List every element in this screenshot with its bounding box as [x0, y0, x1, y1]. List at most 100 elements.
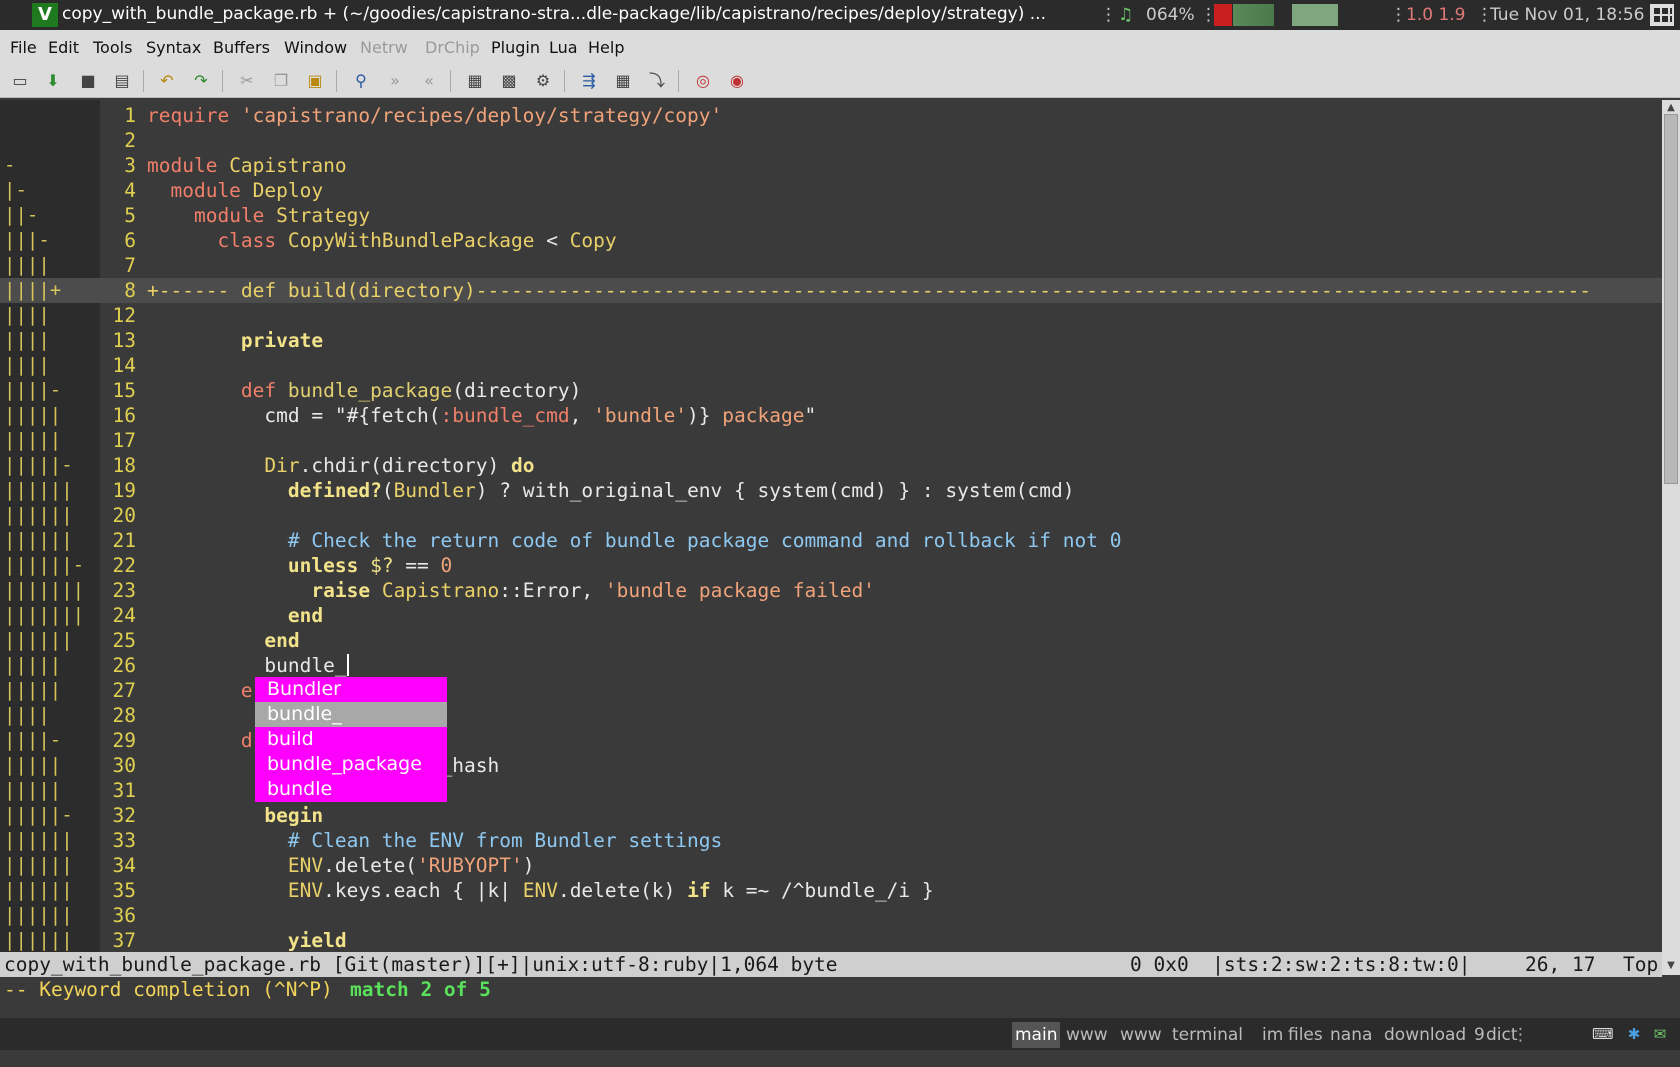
- fold-marker[interactable]: ||||-: [4, 729, 61, 751]
- fold-marker[interactable]: ||-: [4, 204, 38, 226]
- fold-marker[interactable]: ||||||: [4, 879, 73, 901]
- fold-marker[interactable]: |-: [4, 179, 27, 201]
- code-line[interactable]: |||||| 35 ENV.keys.each { |k| ENV.delete(…: [0, 878, 1662, 903]
- fold-marker[interactable]: ||||||: [4, 479, 73, 501]
- find-next-icon[interactable]: »: [384, 70, 406, 92]
- help-icon[interactable]: ◎: [692, 70, 714, 92]
- command-line[interactable]: -- Keyword completion (^N^P) match 2 of …: [0, 977, 1680, 1002]
- fold-marker[interactable]: |||||: [4, 429, 61, 451]
- code-line[interactable]: ||- 5 module Strategy: [0, 203, 1662, 228]
- code-line[interactable]: |||| 28: [0, 703, 1662, 728]
- code-line[interactable]: ||||| 26 bundle_: [0, 653, 1662, 678]
- fold-marker[interactable]: |||||: [4, 754, 61, 776]
- run-script-icon[interactable]: ⚙: [532, 70, 554, 92]
- layout-grid-icon[interactable]: [1650, 4, 1674, 26]
- code-line[interactable]: ||||| 27 e: [0, 678, 1662, 703]
- code-line[interactable]: |||||| 21 # Check the return code of bund…: [0, 528, 1662, 553]
- fold-marker[interactable]: |||||||: [4, 604, 84, 626]
- chat-icon[interactable]: ✉: [1650, 1026, 1670, 1042]
- fold-marker[interactable]: -: [4, 154, 15, 176]
- workspace-main[interactable]: main: [1012, 1022, 1061, 1048]
- code-line[interactable]: |||||| 33 # Clean the ENV from Bundler se…: [0, 828, 1662, 853]
- workspace-files[interactable]: files: [1288, 1025, 1323, 1045]
- shell-icon[interactable]: ▦: [612, 70, 634, 92]
- folded-line[interactable]: ||||+ 8 +------ def build(directory)------…: [0, 278, 1662, 303]
- fold-marker[interactable]: |||||: [4, 404, 61, 426]
- fold-marker[interactable]: ||||||: [4, 504, 73, 526]
- code-line[interactable]: ||||| 16 cmd = "#{fetch(:bundle_cmd, 'bun…: [0, 403, 1662, 428]
- scrollbar-thumb[interactable]: [1664, 114, 1678, 484]
- load-session-folder-icon[interactable]: ▦: [464, 70, 486, 92]
- save-session-icon[interactable]: ▩: [498, 70, 520, 92]
- fold-marker[interactable]: ||||: [4, 304, 50, 326]
- tags-jump-icon[interactable]: ⤵: [646, 70, 668, 92]
- completion-item[interactable]: bundle_: [255, 702, 447, 727]
- editor-area[interactable]: 1 require 'capistrano/recipes/deploy/stra…: [0, 100, 1662, 952]
- scroll-down-icon[interactable]: ▼: [1665, 960, 1677, 972]
- workspace-nana[interactable]: nana: [1330, 1025, 1372, 1045]
- code-line[interactable]: |||||| 37 yield: [0, 928, 1662, 953]
- completion-item[interactable]: bundle: [255, 777, 447, 802]
- menu-edit[interactable]: Edit: [48, 38, 79, 57]
- fold-marker[interactable]: ||||||: [4, 629, 73, 651]
- code-line[interactable]: ||||| 17: [0, 428, 1662, 453]
- open-folder-icon[interactable]: ▭: [9, 70, 31, 92]
- find-help-icon[interactable]: ◉: [726, 70, 748, 92]
- fold-marker[interactable]: ||||||: [4, 854, 73, 876]
- paste-icon[interactable]: ▣: [304, 70, 326, 92]
- menu-tools[interactable]: Tools: [93, 38, 132, 57]
- print-icon[interactable]: ▤: [111, 70, 133, 92]
- code-line[interactable]: |||||| 19 defined?(Bundler) ? with_origin…: [0, 478, 1662, 503]
- code-line[interactable]: |||| 14: [0, 353, 1662, 378]
- code-line[interactable]: |||||- 32 begin: [0, 803, 1662, 828]
- completion-item[interactable]: bundle_package: [255, 752, 447, 777]
- fold-marker[interactable]: ||||: [4, 354, 50, 376]
- code-line[interactable]: ||||||- 22 unless $? == 0: [0, 553, 1662, 578]
- fold-marker[interactable]: ||||+: [4, 279, 61, 301]
- vim-app-icon[interactable]: V: [32, 3, 58, 27]
- fold-marker[interactable]: ||||: [4, 329, 50, 351]
- fold-marker[interactable]: |||||-: [4, 804, 73, 826]
- code-line[interactable]: |||| 12: [0, 303, 1662, 328]
- code-line[interactable]: |||||- 18 Dir.chdir(directory) do: [0, 453, 1662, 478]
- make-icon[interactable]: ⇶: [578, 70, 600, 92]
- menu-lua[interactable]: Lua: [549, 38, 578, 57]
- fold-marker[interactable]: |||||: [4, 654, 61, 676]
- menu-file[interactable]: File: [10, 38, 37, 57]
- fold-marker[interactable]: ||||||-: [4, 554, 84, 576]
- code-line[interactable]: 1 require 'capistrano/recipes/deploy/stra…: [0, 103, 1662, 128]
- workspace-download[interactable]: download: [1384, 1025, 1466, 1045]
- code-line[interactable]: |||| 7: [0, 253, 1662, 278]
- code-line[interactable]: 2: [0, 128, 1662, 153]
- fold-marker[interactable]: ||||: [4, 254, 50, 276]
- fold-marker[interactable]: ||||-: [4, 379, 61, 401]
- completion-item[interactable]: Bundler: [255, 677, 447, 702]
- completion-item[interactable]: build: [255, 727, 447, 752]
- code-line[interactable]: ||||||| 23 raise Capistrano::Error, 'bund…: [0, 578, 1662, 603]
- undo-icon[interactable]: ↶: [156, 70, 178, 92]
- fold-marker[interactable]: |||||: [4, 779, 61, 801]
- scroll-up-icon[interactable]: ▲: [1665, 102, 1677, 114]
- workspace-www[interactable]: www: [1066, 1025, 1108, 1045]
- fold-marker[interactable]: ||||||: [4, 829, 73, 851]
- keyboard-icon[interactable]: ⌨: [1592, 1026, 1614, 1042]
- copy-icon[interactable]: ❐: [270, 70, 292, 92]
- fold-marker[interactable]: ||||||: [4, 929, 73, 951]
- menu-help[interactable]: Help: [588, 38, 624, 57]
- fold-marker[interactable]: ||||: [4, 704, 50, 726]
- code-line[interactable]: |||||| 34 ENV.delete('RUBYOPT'): [0, 853, 1662, 878]
- code-line[interactable]: |||||| 36: [0, 903, 1662, 928]
- workspace-terminal[interactable]: terminal: [1172, 1025, 1243, 1045]
- menu-window[interactable]: Window: [284, 38, 347, 57]
- code-line[interactable]: |||||30 ENV.to_hash: [0, 753, 1662, 778]
- fold-marker[interactable]: |||||-: [4, 454, 73, 476]
- fold-marker[interactable]: |||-: [4, 229, 50, 251]
- code-line[interactable]: |||| 13 private: [0, 328, 1662, 353]
- code-line[interactable]: |||||| 25 end: [0, 628, 1662, 653]
- code-line[interactable]: - 3 module Capistrano: [0, 153, 1662, 178]
- workspace-9[interactable]: 9: [1474, 1025, 1485, 1045]
- load-session-icon[interactable]: ⬇: [42, 70, 64, 92]
- menu-buffers[interactable]: Buffers: [213, 38, 270, 57]
- fold-marker[interactable]: |||||: [4, 679, 61, 701]
- code-line[interactable]: ||||- 15 def bundle_package(directory): [0, 378, 1662, 403]
